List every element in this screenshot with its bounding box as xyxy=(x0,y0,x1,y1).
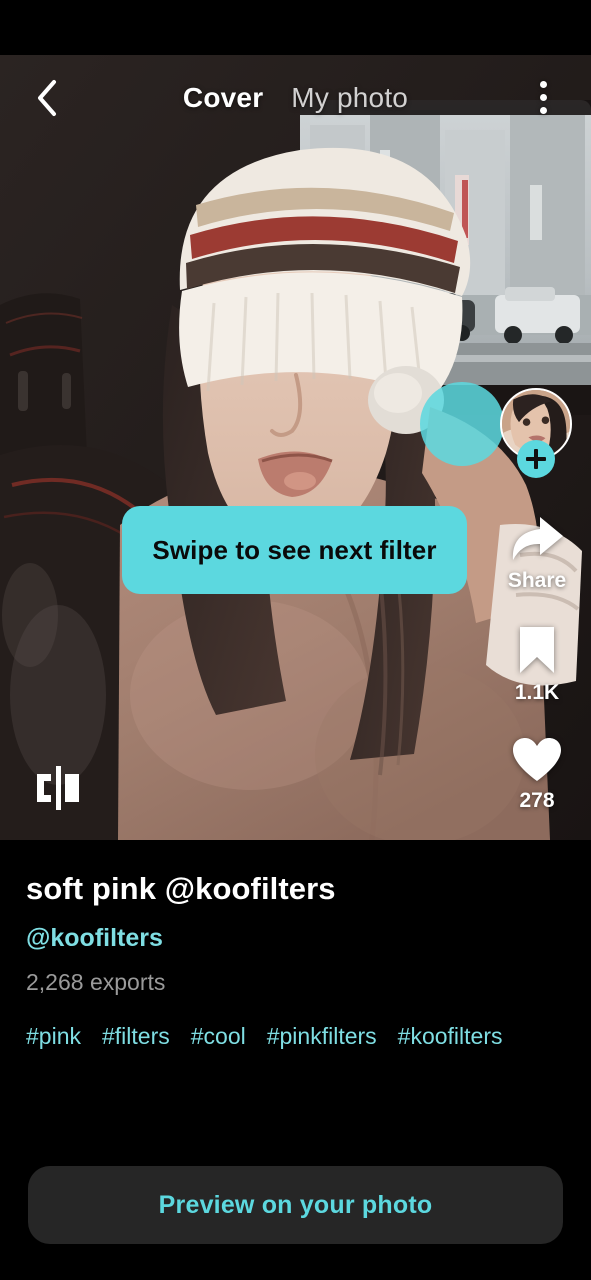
creator-handle-link[interactable]: @koofilters xyxy=(26,921,163,955)
kebab-dot xyxy=(539,94,547,101)
hashtag[interactable]: #pink xyxy=(26,1021,81,1051)
creator-avatar-wrap[interactable] xyxy=(500,388,572,478)
kebab-dot xyxy=(539,81,547,88)
swipe-hint-text: Swipe to see next filter xyxy=(152,534,437,565)
back-button[interactable] xyxy=(24,76,68,120)
share-label: Share xyxy=(507,569,567,592)
compare-split-icon xyxy=(37,766,79,810)
bookmark-button[interactable]: 1.1K xyxy=(499,625,575,705)
bookmark-icon xyxy=(520,627,554,673)
export-count: 2,268 exports xyxy=(26,969,166,995)
cta-label: Preview on your photo xyxy=(158,1190,433,1219)
hashtag[interactable]: #pinkfilters xyxy=(267,1021,377,1051)
hashtag-list: #pink #filters #cool #pinkfilters #koofi… xyxy=(26,1021,565,1051)
hashtag[interactable]: #koofilters xyxy=(398,1021,503,1051)
hashtag[interactable]: #cool xyxy=(191,1021,246,1051)
filter-color-swatch[interactable] xyxy=(420,382,504,466)
share-button[interactable]: Share xyxy=(499,515,575,593)
like-button[interactable]: 278 xyxy=(499,737,575,813)
heart-icon xyxy=(513,738,561,781)
follow-button[interactable] xyxy=(517,440,555,478)
more-options-button[interactable] xyxy=(525,76,561,120)
compare-before-after-button[interactable] xyxy=(32,762,84,814)
bookmark-count: 1.1K xyxy=(514,681,560,704)
like-count: 278 xyxy=(519,789,555,812)
chevron-left-icon xyxy=(38,79,56,116)
tab-cover[interactable]: Cover xyxy=(183,79,263,117)
hashtag[interactable]: #filters xyxy=(102,1021,170,1051)
kebab-dot xyxy=(539,107,547,114)
preview-on-your-photo-button[interactable]: Preview on your photo xyxy=(28,1166,563,1244)
screen-header: Cover My photo xyxy=(0,55,591,140)
swipe-hint-tooltip: Swipe to see next filter xyxy=(122,506,467,594)
action-rail: Share 1.1K 278 xyxy=(499,515,575,845)
tab-my-photo[interactable]: My photo xyxy=(291,79,408,117)
page-title: soft pink @koofilters xyxy=(26,871,336,906)
status-bar xyxy=(0,0,591,55)
filter-detail-screen: Cover My photo Swipe to see next filter … xyxy=(0,0,591,1280)
header-tabs: Cover My photo xyxy=(183,79,408,117)
share-arrow-icon xyxy=(512,517,563,560)
filter-info-panel: soft pink @koofilters @koofilters 2,268 … xyxy=(0,845,591,1051)
plus-icon xyxy=(526,449,546,469)
